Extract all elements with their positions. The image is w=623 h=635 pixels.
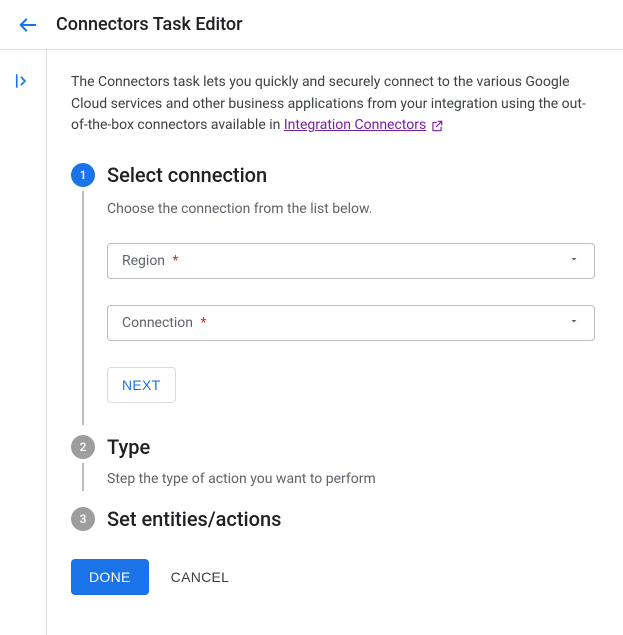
- panel-toggle-icon[interactable]: [13, 72, 33, 92]
- step-2-body: Step the type of action you want to perf…: [107, 459, 595, 499]
- step-2-connector-line: [82, 463, 84, 491]
- step-1-select-connection: 1 Select connection Choose the connectio…: [71, 163, 595, 423]
- step-2-badge: 2: [71, 435, 95, 459]
- step-2-title: Type: [107, 435, 595, 459]
- main: The Connectors task lets you quickly and…: [46, 50, 623, 635]
- intro-text: The Connectors task lets you quickly and…: [71, 72, 595, 137]
- region-label-text: Region: [122, 253, 165, 269]
- connectors-task-editor: Connectors Task Editor The Connectors ta…: [0, 0, 623, 635]
- step-2-type: 2 Type Step the type of action you want …: [71, 435, 595, 499]
- integration-connectors-link-label: Integration Connectors: [284, 115, 426, 137]
- next-button[interactable]: NEXT: [107, 367, 176, 403]
- step-1-title: Select connection: [107, 163, 595, 187]
- header: Connectors Task Editor: [0, 0, 623, 50]
- caret-down-icon: [568, 253, 580, 269]
- connection-select-label: Connection *: [122, 315, 207, 331]
- connection-select[interactable]: Connection *: [107, 305, 595, 341]
- step-3-set-entities-actions: 3 Set entities/actions: [71, 507, 595, 531]
- left-gutter: [0, 50, 46, 635]
- cancel-button[interactable]: CANCEL: [171, 569, 230, 585]
- page-title: Connectors Task Editor: [56, 14, 242, 35]
- step-2-subtitle: Step the type of action you want to perf…: [107, 471, 595, 487]
- step-3-title: Set entities/actions: [107, 507, 595, 531]
- connection-required-mark: *: [201, 315, 207, 331]
- step-1-body: Choose the connection from the list belo…: [107, 187, 595, 423]
- step-1-subtitle: Choose the connection from the list belo…: [107, 201, 595, 217]
- step-3-badge: 3: [71, 507, 95, 531]
- external-link-icon: [430, 119, 444, 133]
- connection-label-text: Connection: [122, 315, 193, 331]
- step-1-badge: 1: [71, 163, 95, 187]
- back-arrow-icon[interactable]: [16, 13, 40, 37]
- done-button[interactable]: DONE: [71, 559, 149, 595]
- region-select[interactable]: Region *: [107, 243, 595, 279]
- step-1-connector-line: [82, 191, 84, 425]
- region-select-label: Region *: [122, 253, 179, 269]
- integration-connectors-link[interactable]: Integration Connectors: [284, 115, 444, 137]
- stepper: 1 Select connection Choose the connectio…: [71, 163, 595, 531]
- body: The Connectors task lets you quickly and…: [0, 50, 623, 635]
- caret-down-icon: [568, 315, 580, 331]
- region-required-mark: *: [173, 253, 179, 269]
- action-bar: DONE CANCEL: [71, 559, 595, 595]
